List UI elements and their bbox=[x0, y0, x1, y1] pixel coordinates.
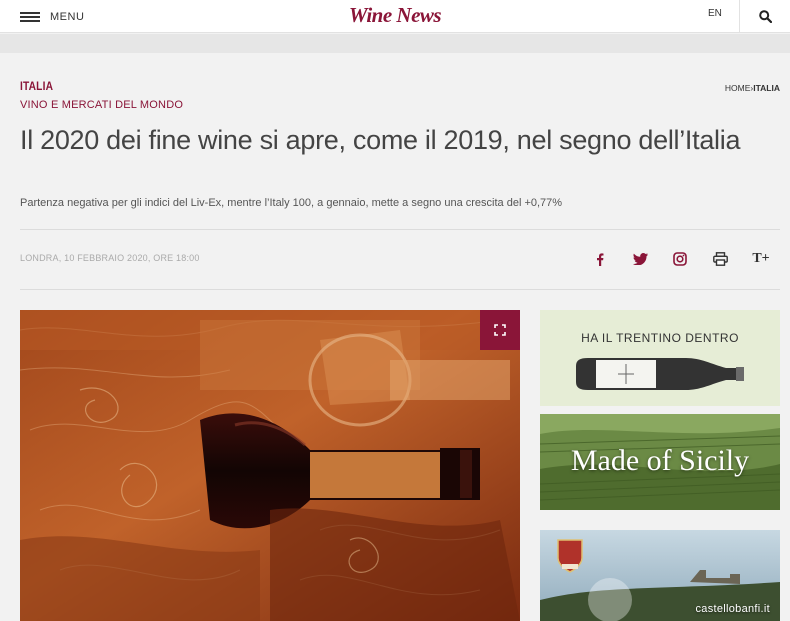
breadcrumb-current[interactable]: ITALIA bbox=[753, 83, 780, 93]
facebook-icon bbox=[597, 252, 604, 266]
wine-bottle-graphic bbox=[576, 358, 744, 390]
banfi-crest-icon bbox=[557, 539, 583, 573]
language-switch[interactable]: EN bbox=[708, 0, 722, 33]
expand-icon bbox=[494, 324, 506, 336]
search-icon bbox=[758, 10, 772, 23]
ad-castello-banfi-text: castellobanfi.it bbox=[695, 603, 770, 615]
ad-trentino-banner[interactable]: HA IL TRENTINO DENTRO bbox=[540, 310, 780, 406]
search-button[interactable] bbox=[739, 0, 790, 33]
subsection-label[interactable]: VINO E MERCATI DEL MONDO bbox=[20, 99, 183, 111]
print-button[interactable] bbox=[710, 249, 730, 269]
ad-trentino-text: HA IL TRENTINO DENTRO bbox=[581, 331, 739, 345]
text-size-button[interactable]: T+ bbox=[750, 249, 772, 269]
divider bbox=[20, 229, 780, 230]
article-title: Il 2020 dei fine wine si apre, come il 2… bbox=[20, 125, 741, 155]
breadcrumb-home[interactable]: HOME bbox=[725, 83, 751, 93]
article-dateline: LONDRA, 10 FEBBRAIO 2020, ORE 18:00 bbox=[20, 253, 200, 263]
twitter-icon bbox=[632, 253, 648, 265]
wine-bottle-painting bbox=[20, 310, 520, 621]
facebook-share-button[interactable] bbox=[590, 249, 610, 269]
section-label[interactable]: ITALIA bbox=[20, 79, 53, 93]
instagram-share-button[interactable] bbox=[670, 249, 690, 269]
breadcrumb: HOME›ITALIA bbox=[725, 83, 780, 93]
instagram-icon bbox=[673, 252, 687, 266]
print-icon bbox=[712, 252, 728, 266]
site-logo[interactable]: Wine News bbox=[0, 3, 790, 28]
divider bbox=[20, 289, 780, 290]
twitter-share-button[interactable] bbox=[630, 249, 650, 269]
ad-sicily-text: Made of Sicily bbox=[570, 444, 750, 477]
hero-image[interactable] bbox=[20, 310, 520, 621]
expand-image-button[interactable] bbox=[480, 310, 520, 350]
text-size-icon: T+ bbox=[752, 251, 770, 266]
header-strip bbox=[0, 34, 790, 53]
ad-castello-banfi-banner[interactable]: castellobanfi.it bbox=[540, 530, 780, 621]
ad-sicily-banner[interactable]: Made of Sicily bbox=[540, 414, 780, 510]
top-bar: MENU Wine News EN bbox=[0, 0, 790, 33]
article-subtitle: Partenza negativa per gli indici del Liv… bbox=[20, 197, 563, 209]
